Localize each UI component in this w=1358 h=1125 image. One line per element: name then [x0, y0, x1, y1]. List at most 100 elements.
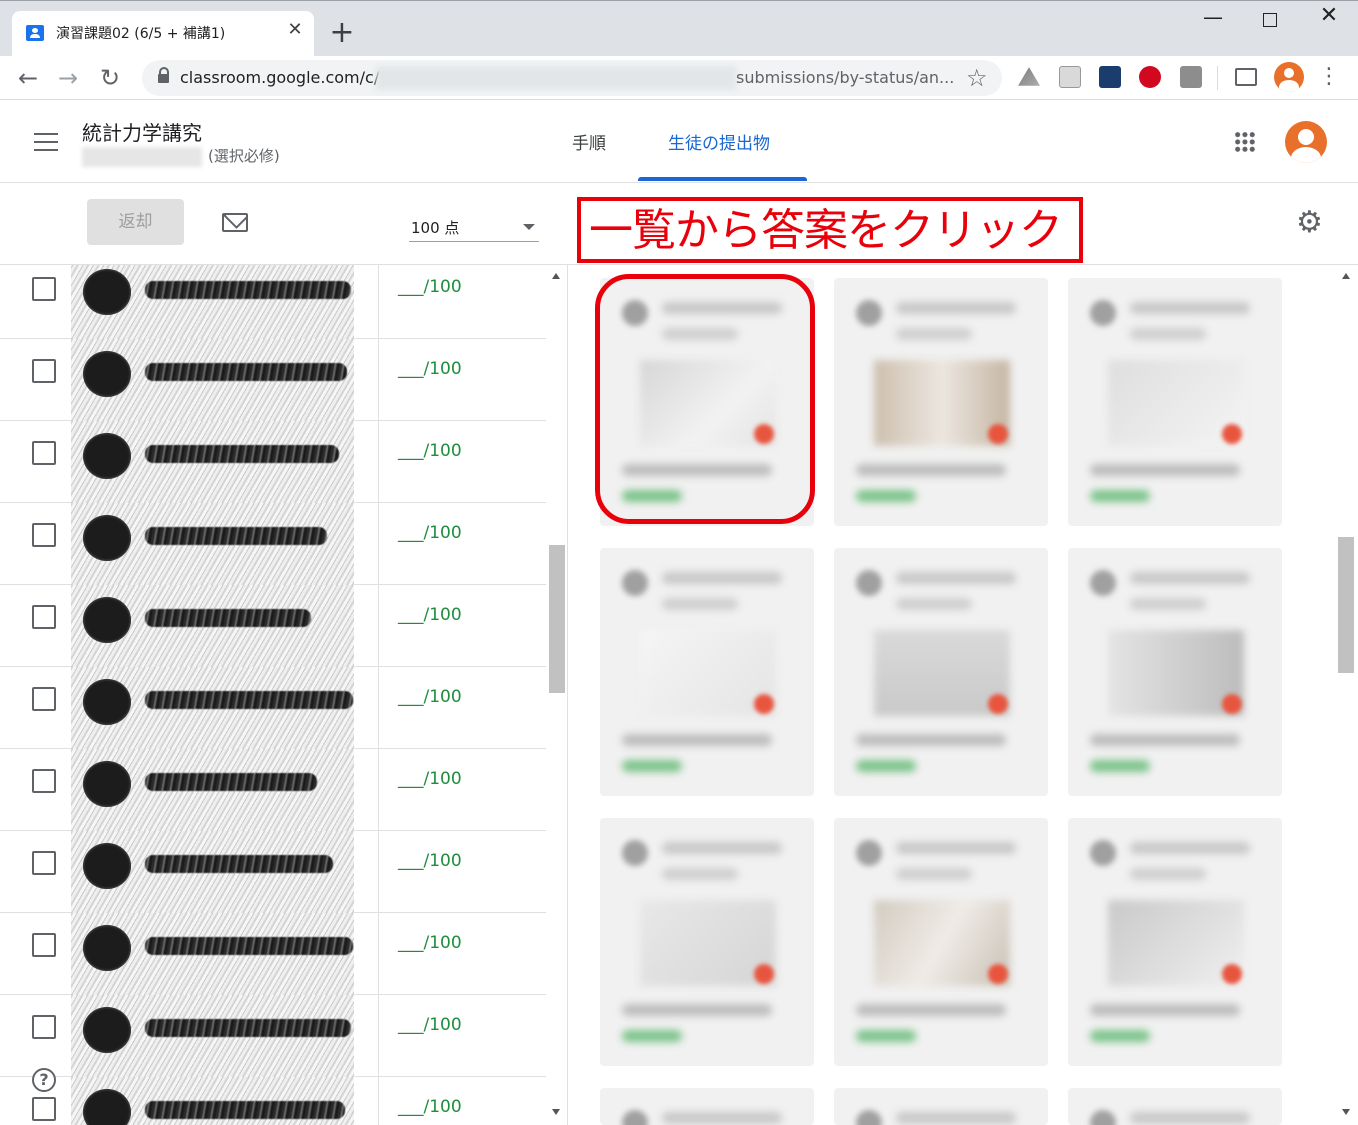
submission-card[interactable] — [600, 548, 814, 796]
student-checkbox[interactable] — [32, 1015, 56, 1039]
student-checkbox[interactable] — [32, 277, 56, 301]
account-avatar[interactable] — [1285, 121, 1327, 163]
file-type-icon — [754, 964, 774, 984]
grade-field[interactable]: ___/100 — [398, 851, 462, 871]
scroll-down-arrow-icon[interactable] — [1342, 1109, 1350, 1115]
tab-instructions[interactable]: 手順 — [572, 129, 606, 154]
points-dropdown[interactable]: 100 点 — [409, 206, 539, 242]
student-name-redacted[interactable] — [71, 913, 354, 995]
student-row[interactable]: ___/100 — [0, 749, 546, 831]
bookmark-star-icon[interactable]: ☆ — [966, 64, 988, 92]
scroll-up-arrow-icon[interactable] — [552, 273, 560, 279]
scroll-up-arrow-icon[interactable] — [1342, 273, 1350, 279]
new-tab-button[interactable]: + — [326, 17, 358, 49]
student-checkbox[interactable] — [32, 933, 56, 957]
scroll-thumb[interactable] — [1338, 537, 1354, 673]
student-name-redacted[interactable] — [71, 995, 354, 1077]
browser-tab[interactable]: 演習課題02 (6/5 + 補講1) ✕ — [12, 11, 314, 57]
window-minimize-button[interactable]: — — [1196, 5, 1230, 35]
grade-field[interactable]: ___/100 — [398, 605, 462, 625]
student-name-redacted[interactable] — [71, 421, 354, 503]
submission-card[interactable] — [834, 1088, 1048, 1125]
grade-field[interactable]: ___/100 — [398, 769, 462, 789]
address-bar[interactable]: classroom.google.com/c/ submissions/by-s… — [142, 60, 1002, 96]
student-name-redacted[interactable] — [71, 339, 354, 421]
submission-card[interactable] — [1068, 278, 1282, 526]
student-name-redacted[interactable] — [71, 503, 354, 585]
window-maximize-button[interactable] — [1252, 5, 1286, 35]
student-checkbox[interactable] — [32, 769, 56, 793]
cast-icon[interactable] — [1235, 68, 1257, 86]
lock-icon[interactable] — [158, 67, 169, 83]
active-tab-indicator — [638, 177, 807, 181]
student-name-redacted[interactable] — [71, 831, 354, 913]
reload-icon[interactable]: ↻ — [94, 62, 126, 94]
submission-card[interactable] — [600, 818, 814, 1066]
settings-gear-icon[interactable]: ⚙ — [1296, 208, 1323, 238]
submission-card[interactable] — [1068, 1088, 1282, 1125]
course-title[interactable]: 統計力学講究 — [82, 117, 202, 146]
student-row[interactable]: ___/100 — [0, 831, 546, 913]
course-name-redaction — [82, 147, 202, 167]
student-checkbox[interactable] — [32, 441, 56, 465]
drive-icon[interactable] — [1018, 67, 1040, 86]
student-checkbox[interactable] — [32, 687, 56, 711]
grade-field[interactable]: ___/100 — [398, 359, 462, 379]
hamburger-menu-icon[interactable] — [34, 133, 58, 151]
submission-card[interactable] — [834, 818, 1048, 1066]
grade-field[interactable]: ___/100 — [398, 1097, 462, 1117]
puzzle-icon[interactable] — [1180, 66, 1202, 88]
student-name-redacted[interactable] — [71, 265, 354, 339]
student-row[interactable]: ___/100 — [0, 913, 546, 995]
student-row[interactable]: ___/100 — [0, 265, 546, 339]
tab-close-icon[interactable]: ✕ — [284, 19, 306, 41]
column-divider — [378, 265, 379, 339]
student-name-redacted[interactable] — [71, 585, 354, 667]
tab-student-work[interactable]: 生徒の提出物 — [668, 129, 770, 154]
grade-field[interactable]: ___/100 — [398, 1015, 462, 1035]
column-divider — [378, 749, 379, 831]
submission-card[interactable] — [1068, 548, 1282, 796]
student-row[interactable]: ___/100 — [0, 667, 546, 749]
apps-grid-icon[interactable] — [1234, 131, 1256, 153]
browser-profile-avatar[interactable] — [1274, 62, 1304, 92]
student-row[interactable]: ___/100 — [0, 995, 546, 1077]
scroll-thumb[interactable] — [549, 545, 565, 693]
student-name-redacted[interactable] — [71, 667, 354, 749]
grade-field[interactable]: ___/100 — [398, 441, 462, 461]
student-name-redacted[interactable] — [71, 1077, 354, 1125]
help-icon[interactable]: ? — [32, 1068, 56, 1092]
student-checkbox[interactable] — [32, 605, 56, 629]
student-row[interactable]: ___/100 — [0, 421, 546, 503]
grade-field[interactable]: ___/100 — [398, 687, 462, 707]
back-arrow-icon[interactable]: ← — [12, 62, 44, 94]
submission-card[interactable] — [834, 548, 1048, 796]
forward-arrow-icon[interactable]: → — [52, 62, 84, 94]
student-checkbox[interactable] — [32, 851, 56, 875]
student-row[interactable]: ___/100 — [0, 503, 546, 585]
student-row[interactable]: ___/100 — [0, 1077, 546, 1125]
student-checkbox[interactable] — [32, 1097, 56, 1121]
submission-card[interactable] — [600, 1088, 814, 1125]
scroll-down-arrow-icon[interactable] — [552, 1109, 560, 1115]
submission-card[interactable] — [834, 278, 1048, 526]
grade-field[interactable]: ___/100 — [398, 933, 462, 953]
student-checkbox[interactable] — [32, 523, 56, 547]
student-row[interactable]: ___/100 — [0, 339, 546, 421]
student-row[interactable]: ___/100 — [0, 585, 546, 667]
submission-card[interactable] — [1068, 818, 1282, 1066]
password-lock-icon[interactable] — [1099, 66, 1121, 88]
window-close-button[interactable]: ✕ — [1312, 3, 1346, 33]
student-list-scrollbar[interactable] — [547, 265, 567, 1125]
pdf-icon[interactable] — [1059, 66, 1081, 88]
return-button[interactable]: 返却 — [87, 199, 184, 245]
student-name-redacted[interactable] — [71, 749, 354, 831]
submission-grid-scrollbar[interactable] — [1336, 265, 1356, 1125]
column-divider — [378, 831, 379, 913]
trend-micro-icon[interactable] — [1139, 66, 1161, 88]
student-checkbox[interactable] — [32, 359, 56, 383]
grade-field[interactable]: ___/100 — [398, 277, 462, 297]
grade-field[interactable]: ___/100 — [398, 523, 462, 543]
email-icon[interactable] — [222, 213, 248, 232]
browser-menu-icon[interactable]: ⋮ — [1318, 64, 1340, 90]
